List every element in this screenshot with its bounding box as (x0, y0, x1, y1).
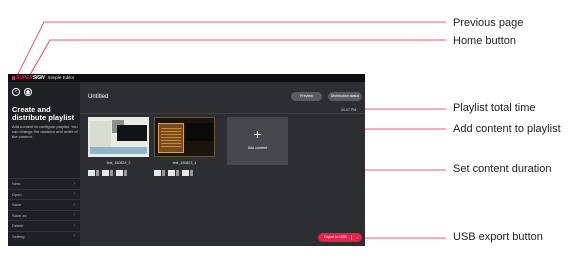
sidebar-item-setting[interactable]: Setting › (8, 230, 80, 242)
divider (351, 235, 352, 240)
title-bar: SUPERSIGN Simple Editor (8, 74, 365, 82)
chevron-right-icon: › (73, 222, 75, 229)
seconds-field[interactable] (182, 170, 190, 176)
leader-previous-page (14, 21, 446, 81)
stepper-arrows-icon[interactable] (110, 170, 114, 176)
app-window: SUPERSIGN Simple Editor ‹ Create and dis… (8, 74, 365, 246)
playlist-total-time: 00:07 PM (341, 108, 357, 112)
duration-stepper-2: : : (154, 170, 194, 176)
chevron-right-icon: › (73, 212, 75, 219)
stepper-arrows-icon[interactable] (162, 170, 165, 176)
thumbnail-image (117, 125, 147, 141)
plus-icon: + (253, 126, 262, 142)
previous-page-button[interactable]: ‹ (12, 88, 20, 96)
distribution-status-button[interactable]: Distribution status (328, 92, 362, 101)
callout-add-content: Add content to playlist (453, 123, 561, 135)
stepper-arrows-icon[interactable] (190, 170, 194, 176)
separator: : (100, 170, 102, 175)
content-file-name: test_150824_2 (106, 161, 131, 165)
usb-export-button[interactable]: Export to USB › (318, 233, 362, 242)
hours-field[interactable] (88, 170, 95, 176)
page-title: Create and distribute playlist (12, 105, 75, 122)
sidebar-item-save[interactable]: Save › (8, 199, 80, 210)
chevron-right-icon: › (73, 233, 75, 240)
content-file-name: test_150823_1 (172, 161, 197, 165)
logo-mark-icon (12, 76, 15, 80)
minutes-field[interactable] (168, 170, 176, 176)
menu-label: Delete (12, 223, 24, 229)
app-name: Simple Editor (47, 75, 75, 80)
thumbnail-image (161, 128, 181, 148)
home-icon (25, 89, 31, 95)
chevron-right-icon: › (73, 180, 75, 187)
chevron-right-icon: › (73, 201, 75, 208)
menu-label: New (12, 181, 21, 187)
menu-label: Save (12, 202, 22, 208)
menu-label: Setting (12, 233, 25, 239)
add-content-label: Add content (247, 146, 268, 150)
stepper-arrows-icon[interactable] (96, 170, 99, 176)
menu-label: Save as (12, 212, 27, 218)
sidebar-item-delete[interactable]: Delete › (8, 220, 80, 231)
thumbnail-image (186, 123, 213, 141)
playlist-title[interactable]: Untitled (88, 94, 108, 100)
callout-usb-export: USB export button (453, 231, 543, 243)
sidebar-menu: New › Open › Save › Save as › Delete › Settin… (8, 178, 80, 241)
menu-label: Open (12, 191, 22, 197)
callout-previous-page: Previous page (453, 17, 524, 29)
page-description: Add content to configure playlist. You c… (12, 124, 78, 139)
divider (80, 113, 365, 114)
callout-playlist-total-time: Playlist total time (453, 102, 536, 114)
callout-set-duration: Set content duration (453, 163, 552, 175)
separator: : (166, 170, 168, 175)
hours-field[interactable] (154, 170, 161, 176)
usb-export-label: Export to USB (324, 235, 347, 239)
thumbnail-image (90, 147, 147, 154)
content-thumbnail-2[interactable] (154, 117, 215, 157)
callout-home-button: Home button (453, 35, 516, 47)
brand-name: SUPERSIGN (16, 75, 45, 81)
seconds-field[interactable] (116, 170, 124, 176)
playlist-editor: Untitled Preview Distribution status 00:… (80, 82, 365, 246)
duration-stepper-1: : : (88, 170, 128, 176)
app-logo: SUPERSIGN Simple Editor (12, 75, 74, 81)
separator: : (180, 170, 182, 175)
sidebar: ‹ Create and distribute playlist Add con… (8, 82, 80, 246)
home-button[interactable] (24, 88, 32, 96)
sidebar-item-save-as[interactable]: Save as › (8, 209, 80, 221)
stepper-arrows-icon[interactable] (176, 170, 180, 176)
chevron-left-icon: ‹ (15, 89, 17, 95)
content-thumbnail-1[interactable] (88, 117, 149, 157)
stepper-arrows-icon[interactable] (124, 170, 128, 176)
chevron-right-icon: › (73, 191, 75, 198)
add-content-button[interactable]: + Add content (227, 117, 288, 165)
sidebar-item-new[interactable]: New › (8, 178, 80, 189)
chevron-right-icon: › (356, 235, 358, 240)
separator: : (114, 170, 116, 175)
preview-button[interactable]: Preview (291, 92, 322, 101)
minutes-field[interactable] (102, 170, 110, 176)
sidebar-item-open[interactable]: Open › (8, 188, 80, 200)
